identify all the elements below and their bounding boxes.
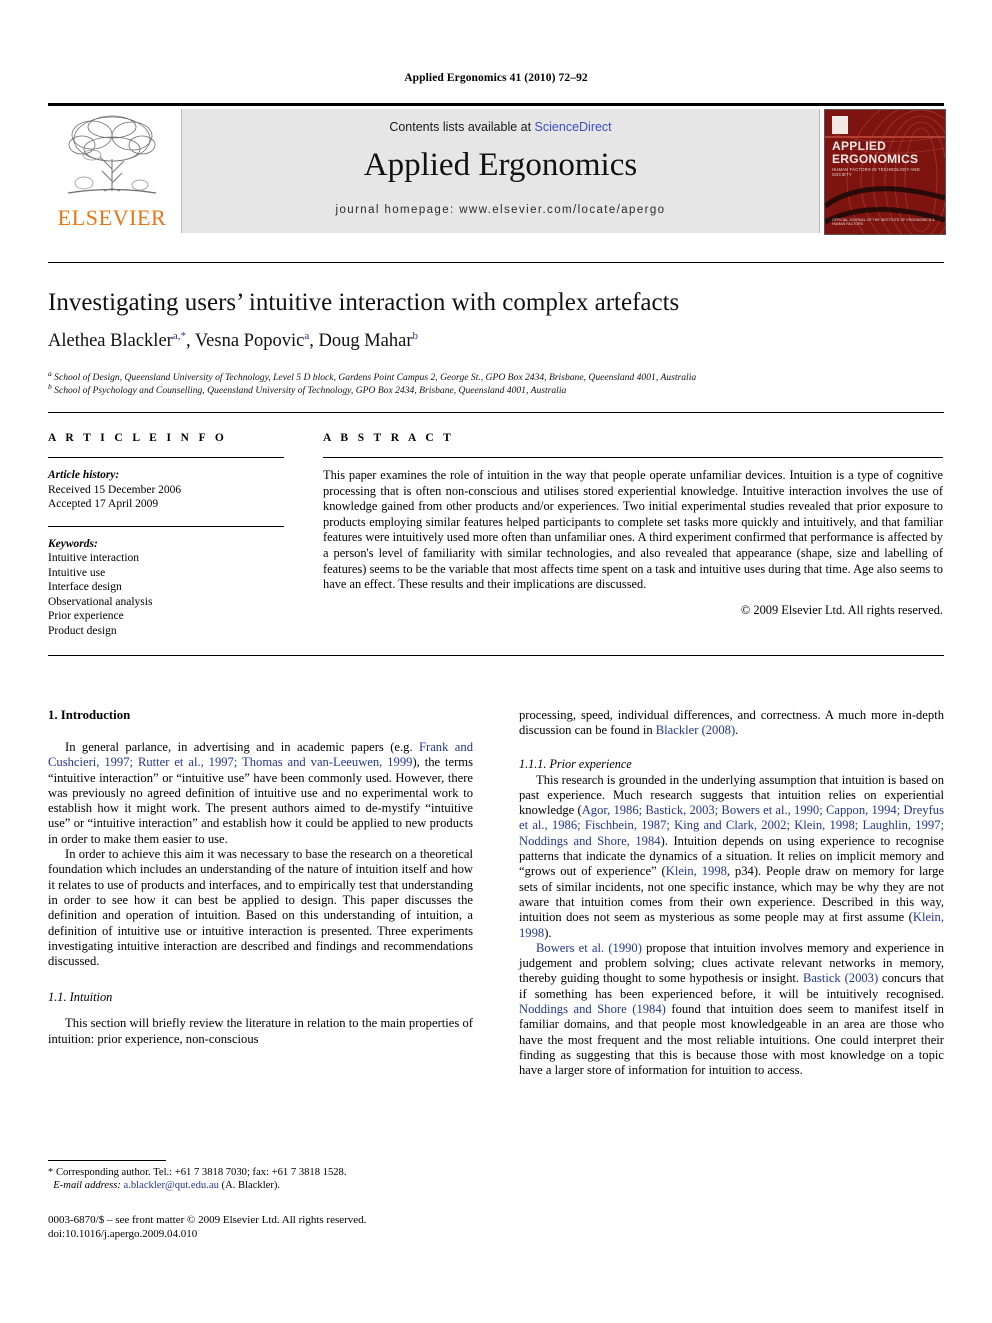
citation-link[interactable]: Noddings and Shore (1984) xyxy=(519,1002,666,1016)
article-history-label: Article history: xyxy=(48,469,120,481)
accepted-date: Accepted 17 April 2009 xyxy=(48,498,159,510)
body-column-right: processing, speed, individual difference… xyxy=(519,708,944,1079)
info-bottom-rule xyxy=(48,655,944,656)
paper-page: Applied Ergonomics 41 (2010) 72–92 ELSEV… xyxy=(0,0,992,1323)
abstract-rule xyxy=(323,457,943,458)
paragraph-text: ). xyxy=(544,925,552,940)
keyword-item: Observational analysis xyxy=(48,595,153,608)
abstract-heading: A B S T R A C T xyxy=(323,432,455,444)
sciencedirect-link[interactable]: ScienceDirect xyxy=(535,120,612,134)
keyword-item: Interface design xyxy=(48,581,122,593)
email-link[interactable]: a.blackler@qut.edu.au xyxy=(124,1180,219,1191)
section-heading-intuition: 1.1. Intuition xyxy=(48,990,113,1005)
citation-link[interactable]: Klein, 1998 xyxy=(666,864,727,878)
abstract-text: This paper examines the role of intuitio… xyxy=(323,468,943,592)
paragraph: processing, speed, individual difference… xyxy=(519,708,944,739)
keyword-item: Intuitive use xyxy=(48,566,106,579)
info-top-rule xyxy=(48,412,944,413)
page-title: Investigating users’ intuitive interacti… xyxy=(48,289,680,316)
affiliation-b: b School of Psychology and Counselling, … xyxy=(48,382,567,397)
paragraph-text: In general parlance, in advertising and … xyxy=(65,740,420,754)
info-rule-1 xyxy=(48,457,284,458)
footnote-block: * Corresponding author. Tel.: +61 7 3818… xyxy=(48,1166,473,1192)
section-heading-prior-experience: 1.1.1. Prior experience xyxy=(519,756,632,771)
title-separator-rule xyxy=(48,262,944,263)
paragraph: This section will briefly review the lit… xyxy=(48,1016,473,1046)
keyword-item: Product design xyxy=(48,624,117,637)
cover-elsevier-mark xyxy=(832,116,848,134)
corresponding-author-note: * Corresponding author. Tel.: +61 7 3818… xyxy=(48,1167,347,1178)
cover-footer: OFFICIAL JOURNAL OF THE INSTITUTE OF ERG… xyxy=(832,217,935,227)
journal-banner: Contents lists available at ScienceDirec… xyxy=(181,109,820,233)
masthead-top-rule xyxy=(48,103,944,106)
article-info-column: A R T I C L E I N F O Article history: R… xyxy=(48,432,284,638)
received-date: Received 15 December 2006 xyxy=(48,483,182,496)
article-info-heading: A R T I C L E I N F O xyxy=(48,432,228,444)
paragraph: In general parlance, in advertising and … xyxy=(48,740,473,847)
citation-link[interactable]: Bastick (2003) xyxy=(803,971,878,985)
running-head: Applied Ergonomics 41 (2010) 72–92 xyxy=(404,72,588,84)
paragraph: In order to achieve this aim it was nece… xyxy=(48,847,473,969)
author-list: Alethea Blacklera,*, Vesna Popovica, Dou… xyxy=(48,330,418,352)
citation-link[interactable]: Blackler (2008) xyxy=(656,723,735,737)
abstract-column: A B S T R A C T This paper examines the … xyxy=(323,432,943,618)
paragraph: Bowers et al. (1990) propose that intuit… xyxy=(519,941,944,1079)
journal-homepage-link[interactable]: journal homepage: www.elsevier.com/locat… xyxy=(182,204,819,216)
elsevier-tree-icon xyxy=(67,115,157,194)
elsevier-logo: ELSEVIER xyxy=(48,109,176,236)
paragraph: This research is grounded in the underly… xyxy=(519,773,944,941)
keyword-item: Prior experience xyxy=(48,610,124,622)
affiliation-b-text: School of Psychology and Counselling, Qu… xyxy=(54,385,567,397)
issn-frontmatter-line: 0003-6870/$ – see front matter © 2009 El… xyxy=(48,1214,367,1226)
imprint-block: 0003-6870/$ – see front matter © 2009 El… xyxy=(48,1213,473,1241)
keywords-label: Keywords: xyxy=(48,537,98,550)
copyright-line: © 2009 Elsevier Ltd. All rights reserved… xyxy=(740,602,943,617)
elsevier-wordmark: ELSEVIER xyxy=(57,205,167,230)
contents-available-line: Contents lists available at ScienceDirec… xyxy=(182,120,819,134)
email-suffix: (A. Blackler). xyxy=(218,1180,281,1191)
journal-cover-thumbnail[interactable]: APPLIED ERGONOMICS HUMAN FACTORS IN TECH… xyxy=(824,109,946,235)
journal-masthead: ELSEVIER Contents lists available at Sci… xyxy=(48,103,946,236)
section-heading-introduction: 1. Introduction xyxy=(48,708,131,722)
doi-line: doi:10.1016/j.apergo.2009.04.010 xyxy=(48,1228,198,1240)
contents-prefix: Contents lists available at xyxy=(389,120,535,134)
email-note: E-mail address: a.blackler@qut.edu.au (A… xyxy=(48,1179,473,1192)
paragraph-text: . xyxy=(735,723,739,738)
cover-title: APPLIED ERGONOMICS xyxy=(832,139,919,166)
citation-link[interactable]: Bowers et al. (1990) xyxy=(536,941,642,955)
footnote-separator xyxy=(48,1160,166,1161)
journal-title: Applied Ergonomics xyxy=(363,147,638,183)
info-rule-2 xyxy=(48,525,284,527)
keyword-item: Intuitive interaction xyxy=(48,552,140,564)
email-label: E-mail address: xyxy=(53,1180,121,1191)
cover-subtitle: HUMAN FACTORS IN TECHNOLOGY AND SOCIETY xyxy=(832,167,920,177)
body-column-left: 1. Introduction In general parlance, in … xyxy=(48,708,473,1047)
